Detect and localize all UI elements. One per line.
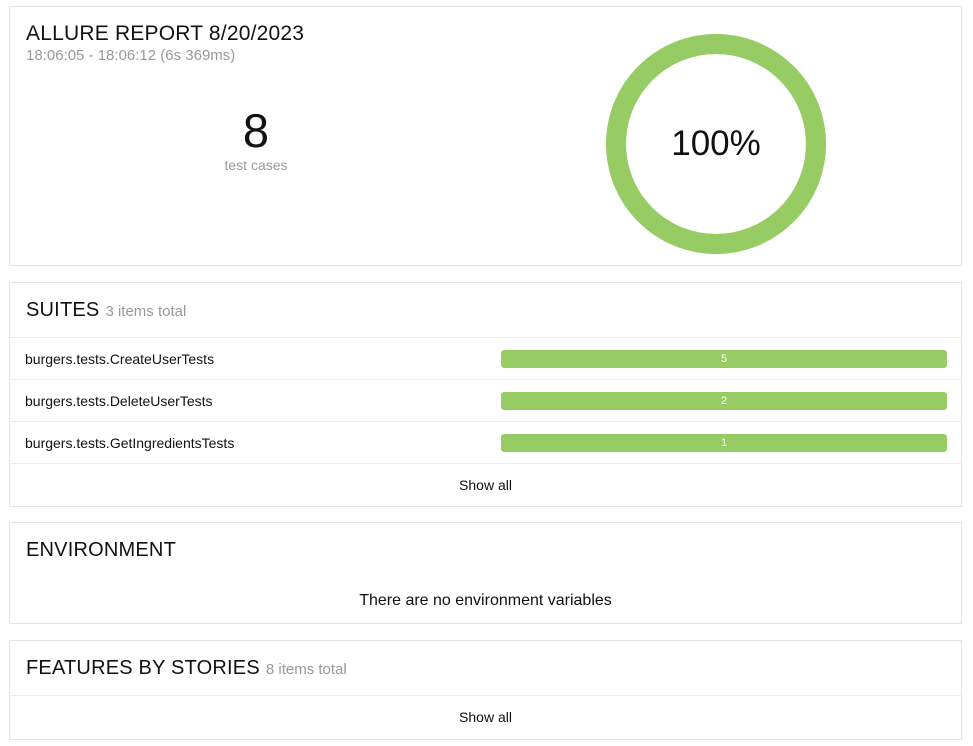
suite-passed-segment[interactable]: 2	[501, 392, 947, 410]
features-title: FEATURES BY STORIES	[26, 656, 260, 679]
suite-row[interactable]: burgers.tests.CreateUserTests 5	[10, 338, 961, 380]
suite-status-bar[interactable]: 1	[501, 434, 947, 452]
suites-show-all-link[interactable]: Show all	[10, 464, 961, 506]
suites-widget: SUITES 3 items total burgers.tests.Creat…	[9, 282, 962, 507]
suite-row[interactable]: burgers.tests.GetIngredientsTests 1	[10, 422, 961, 464]
suite-passed-segment[interactable]: 1	[501, 434, 947, 452]
suite-passed-segment[interactable]: 5	[501, 350, 947, 368]
suites-header: SUITES 3 items total	[10, 283, 961, 338]
pass-rate-donut[interactable]: 100%	[605, 33, 827, 255]
suite-status-bar[interactable]: 2	[501, 392, 947, 410]
suites-title: SUITES	[26, 298, 100, 321]
features-count: 8 items total	[265, 660, 347, 678]
test-case-count: 8	[242, 104, 270, 157]
environment-title: ENVIRONMENT	[26, 539, 176, 561]
features-show-all-link[interactable]: Show all	[10, 696, 961, 738]
suite-row[interactable]: burgers.tests.DeleteUserTests 2	[10, 380, 961, 422]
features-header: FEATURES BY STORIES 8 items total	[10, 641, 961, 696]
environment-widget: ENVIRONMENT There are no environment var…	[9, 522, 962, 624]
suite-name[interactable]: burgers.tests.CreateUserTests	[25, 351, 214, 367]
suites-count: 3 items total	[105, 302, 187, 320]
features-widget: FEATURES BY STORIES 8 items total Show a…	[9, 640, 962, 740]
summary-widget: ALLURE REPORT 8/20/2023 18:06:05 - 18:06…	[9, 6, 962, 266]
report-time-range: 18:06:05 - 18:06:12 (6s 369ms)	[26, 47, 236, 64]
test-case-summary: 8 test cases	[156, 104, 356, 174]
suite-name[interactable]: burgers.tests.GetIngredientsTests	[25, 435, 234, 451]
environment-empty-message: There are no environment variables	[359, 592, 612, 609]
pass-rate-label: 100%	[671, 124, 761, 163]
environment-header: ENVIRONMENT	[10, 523, 961, 578]
suite-name[interactable]: burgers.tests.DeleteUserTests	[25, 393, 213, 409]
test-case-label: test cases	[224, 157, 288, 173]
suite-status-bar[interactable]: 5	[501, 350, 947, 368]
report-title: ALLURE REPORT 8/20/2023	[26, 22, 305, 45]
